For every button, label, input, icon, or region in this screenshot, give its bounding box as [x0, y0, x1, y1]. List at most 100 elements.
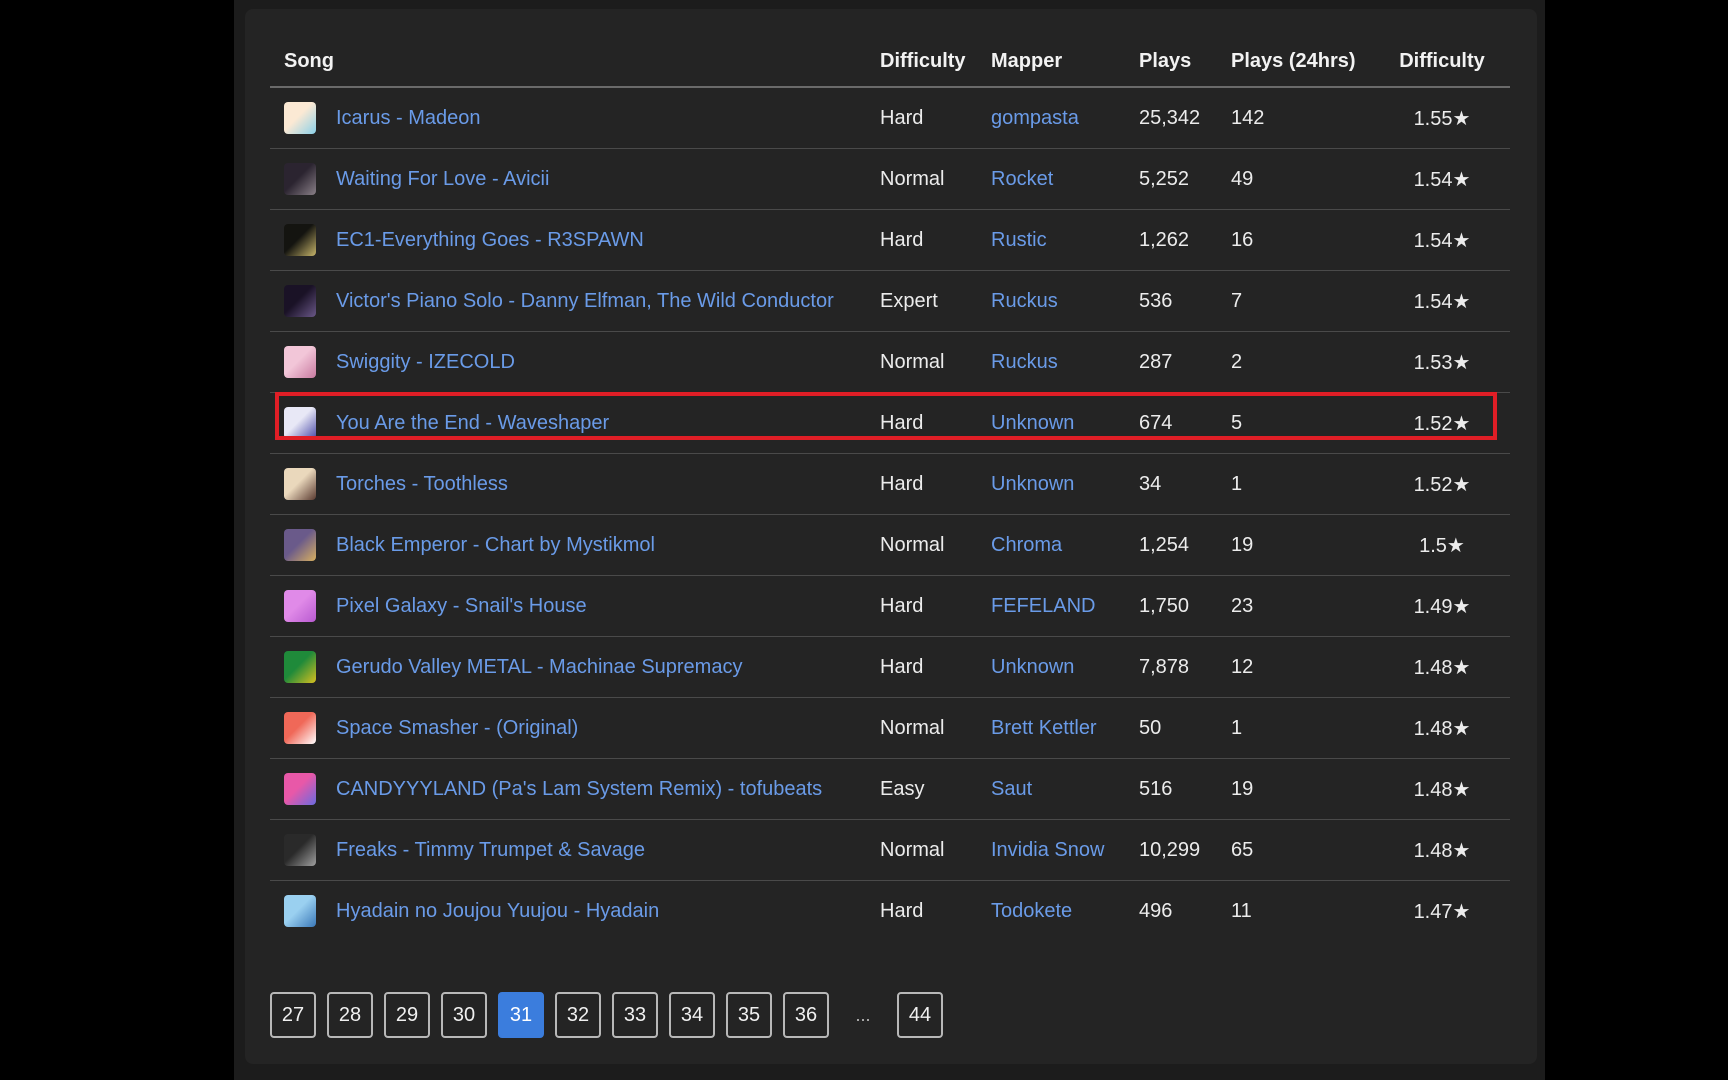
mapper-link[interactable]: Saut [991, 778, 1032, 800]
torches-cover-thumbnail[interactable] [284, 468, 316, 500]
page-button-35[interactable]: 35 [726, 992, 772, 1038]
song-link[interactable]: Black Emperor - Chart by Mystikmol [336, 534, 655, 557]
table-row: Pixel Galaxy - Snail's House Hard FEFELA… [270, 575, 1510, 637]
difficulty-label: Normal [866, 697, 977, 759]
mapper-link[interactable]: Rocket [991, 168, 1053, 190]
mapper-link[interactable]: Rustic [991, 229, 1047, 251]
song-cell: Gerudo Valley METAL - Machinae Supremacy [270, 636, 866, 698]
mapper-cell: Rocket [977, 148, 1125, 210]
song-link[interactable]: Hyadain no Joujou Yuujou - Hyadain [336, 900, 659, 923]
star-rating: 1.48★ [1374, 697, 1510, 759]
page-button-34[interactable]: 34 [669, 992, 715, 1038]
header-star-difficulty[interactable]: Difficulty [1374, 36, 1510, 88]
mapper-link[interactable]: Unknown [991, 473, 1074, 495]
song-link[interactable]: Victor's Piano Solo - Danny Elfman, The … [336, 290, 834, 313]
page-button-27[interactable]: 27 [270, 992, 316, 1038]
mapper-link[interactable]: Unknown [991, 412, 1074, 434]
star-rating: 1.55★ [1374, 87, 1510, 149]
you-are-the-end-cover-thumbnail[interactable] [284, 407, 316, 439]
plays-value: 25,342 [1125, 87, 1217, 149]
page-button-last[interactable]: 44 [897, 992, 943, 1038]
song-link[interactable]: Torches - Toothless [336, 473, 508, 496]
table-row: Waiting For Love - Avicii Normal Rocket … [270, 148, 1510, 210]
song-link[interactable]: Pixel Galaxy - Snail's House [336, 595, 587, 618]
swiggity-cover-thumbnail[interactable] [284, 346, 316, 378]
plays-value: 50 [1125, 697, 1217, 759]
gerudo-valley-cover-thumbnail[interactable] [284, 651, 316, 683]
mapper-link[interactable]: Todokete [991, 900, 1072, 922]
page-button-36[interactable]: 36 [783, 992, 829, 1038]
plays-value: 5,252 [1125, 148, 1217, 210]
mapper-link[interactable]: gompasta [991, 107, 1079, 129]
page-button-31[interactable]: 31 [498, 992, 544, 1038]
table-row: Torches - Toothless Hard Unknown 34 1 1.… [270, 453, 1510, 515]
song-cell: Swiggity - IZECOLD [270, 331, 866, 393]
mapper-link[interactable]: Unknown [991, 656, 1074, 678]
mapper-link[interactable]: Ruckus [991, 290, 1058, 312]
difficulty-label: Hard [866, 636, 977, 698]
plays-value: 496 [1139, 899, 1173, 922]
plays-24h-value: 19 [1217, 758, 1374, 820]
plays-value: 674 [1125, 392, 1217, 454]
header-plays[interactable]: Plays [1125, 36, 1217, 88]
mapper-link[interactable]: FEFELAND [991, 595, 1095, 617]
plays-24h-value: 12 [1217, 636, 1374, 698]
mapper-link[interactable]: Chroma [991, 534, 1062, 556]
icarus-cover-thumbnail[interactable] [284, 102, 316, 134]
star-rating: 1.47★ [1413, 900, 1471, 923]
star-rating: 1.54★ [1374, 209, 1510, 271]
page-button-28[interactable]: 28 [327, 992, 373, 1038]
space-smasher-cover-thumbnail[interactable] [284, 712, 316, 744]
ec1-cover-thumbnail[interactable] [284, 224, 316, 256]
mapper-link[interactable]: Invidia Snow [991, 839, 1104, 861]
mapper-link[interactable]: Brett Kettler [991, 717, 1097, 739]
table-row: Freaks - Timmy Trumpet & Savage Normal I… [270, 819, 1510, 881]
header-mapper[interactable]: Mapper [977, 36, 1125, 88]
victors-piano-cover-thumbnail[interactable] [284, 285, 316, 317]
star-rating: 1.5★ [1374, 514, 1510, 576]
hyadain-cover-thumbnail[interactable] [284, 895, 316, 927]
header-song[interactable]: Song [270, 36, 866, 88]
table-row: Gerudo Valley METAL - Machinae Supremacy… [270, 636, 1510, 698]
plays-value: 516 [1125, 758, 1217, 820]
plays-24h-value: 19 [1217, 514, 1374, 576]
song-link[interactable]: Swiggity - IZECOLD [336, 351, 515, 374]
black-emperor-cover-thumbnail[interactable] [284, 529, 316, 561]
page-button-32[interactable]: 32 [555, 992, 601, 1038]
difficulty-label: Hard [880, 899, 924, 922]
song-link[interactable]: Space Smasher - (Original) [336, 717, 578, 740]
plays-24h-value: 49 [1217, 148, 1374, 210]
plays-value: 10,299 [1125, 819, 1217, 881]
difficulty-label: Hard [866, 87, 977, 149]
mapper-cell: Todokete [977, 881, 1125, 942]
plays-24h-value: 2 [1217, 331, 1374, 393]
page-button-30[interactable]: 30 [441, 992, 487, 1038]
mapper-cell: Ruckus [977, 270, 1125, 332]
song-link[interactable]: Icarus - Madeon [336, 107, 481, 130]
plays-value: 1,254 [1125, 514, 1217, 576]
song-link[interactable]: CANDYYYLAND (Pa's Lam System Remix) - to… [336, 778, 822, 801]
star-rating: 1.48★ [1374, 819, 1510, 881]
table-row: Swiggity - IZECOLD Normal Ruckus 287 2 1… [270, 331, 1510, 393]
waiting-for-love-cover-thumbnail[interactable] [284, 163, 316, 195]
candyyyland-cover-thumbnail[interactable] [284, 773, 316, 805]
song-link[interactable]: Waiting For Love - Avicii [336, 168, 549, 191]
page-button-29[interactable]: 29 [384, 992, 430, 1038]
table-row: You Are the End - Waveshaper Hard Unknow… [270, 392, 1510, 454]
mapper-cell: Chroma [977, 514, 1125, 576]
song-link[interactable]: Freaks - Timmy Trumpet & Savage [336, 839, 645, 862]
pagination-ellipsis: ... [855, 1004, 871, 1025]
page-button-33[interactable]: 33 [612, 992, 658, 1038]
song-link[interactable]: EC1-Everything Goes - R3SPAWN [336, 229, 644, 252]
pixel-galaxy-cover-thumbnail[interactable] [284, 590, 316, 622]
song-link[interactable]: Gerudo Valley METAL - Machinae Supremacy [336, 656, 742, 679]
plays-value: 7,878 [1125, 636, 1217, 698]
table-row: EC1-Everything Goes - R3SPAWN Hard Rusti… [270, 209, 1510, 271]
header-difficulty[interactable]: Difficulty [866, 36, 977, 88]
mapper-link[interactable]: Ruckus [991, 351, 1058, 373]
header-plays-24h[interactable]: Plays (24hrs) [1217, 36, 1374, 88]
song-link[interactable]: You Are the End - Waveshaper [336, 412, 609, 435]
star-rating: 1.49★ [1374, 575, 1510, 637]
freaks-cover-thumbnail[interactable] [284, 834, 316, 866]
star-rating: 1.48★ [1374, 758, 1510, 820]
